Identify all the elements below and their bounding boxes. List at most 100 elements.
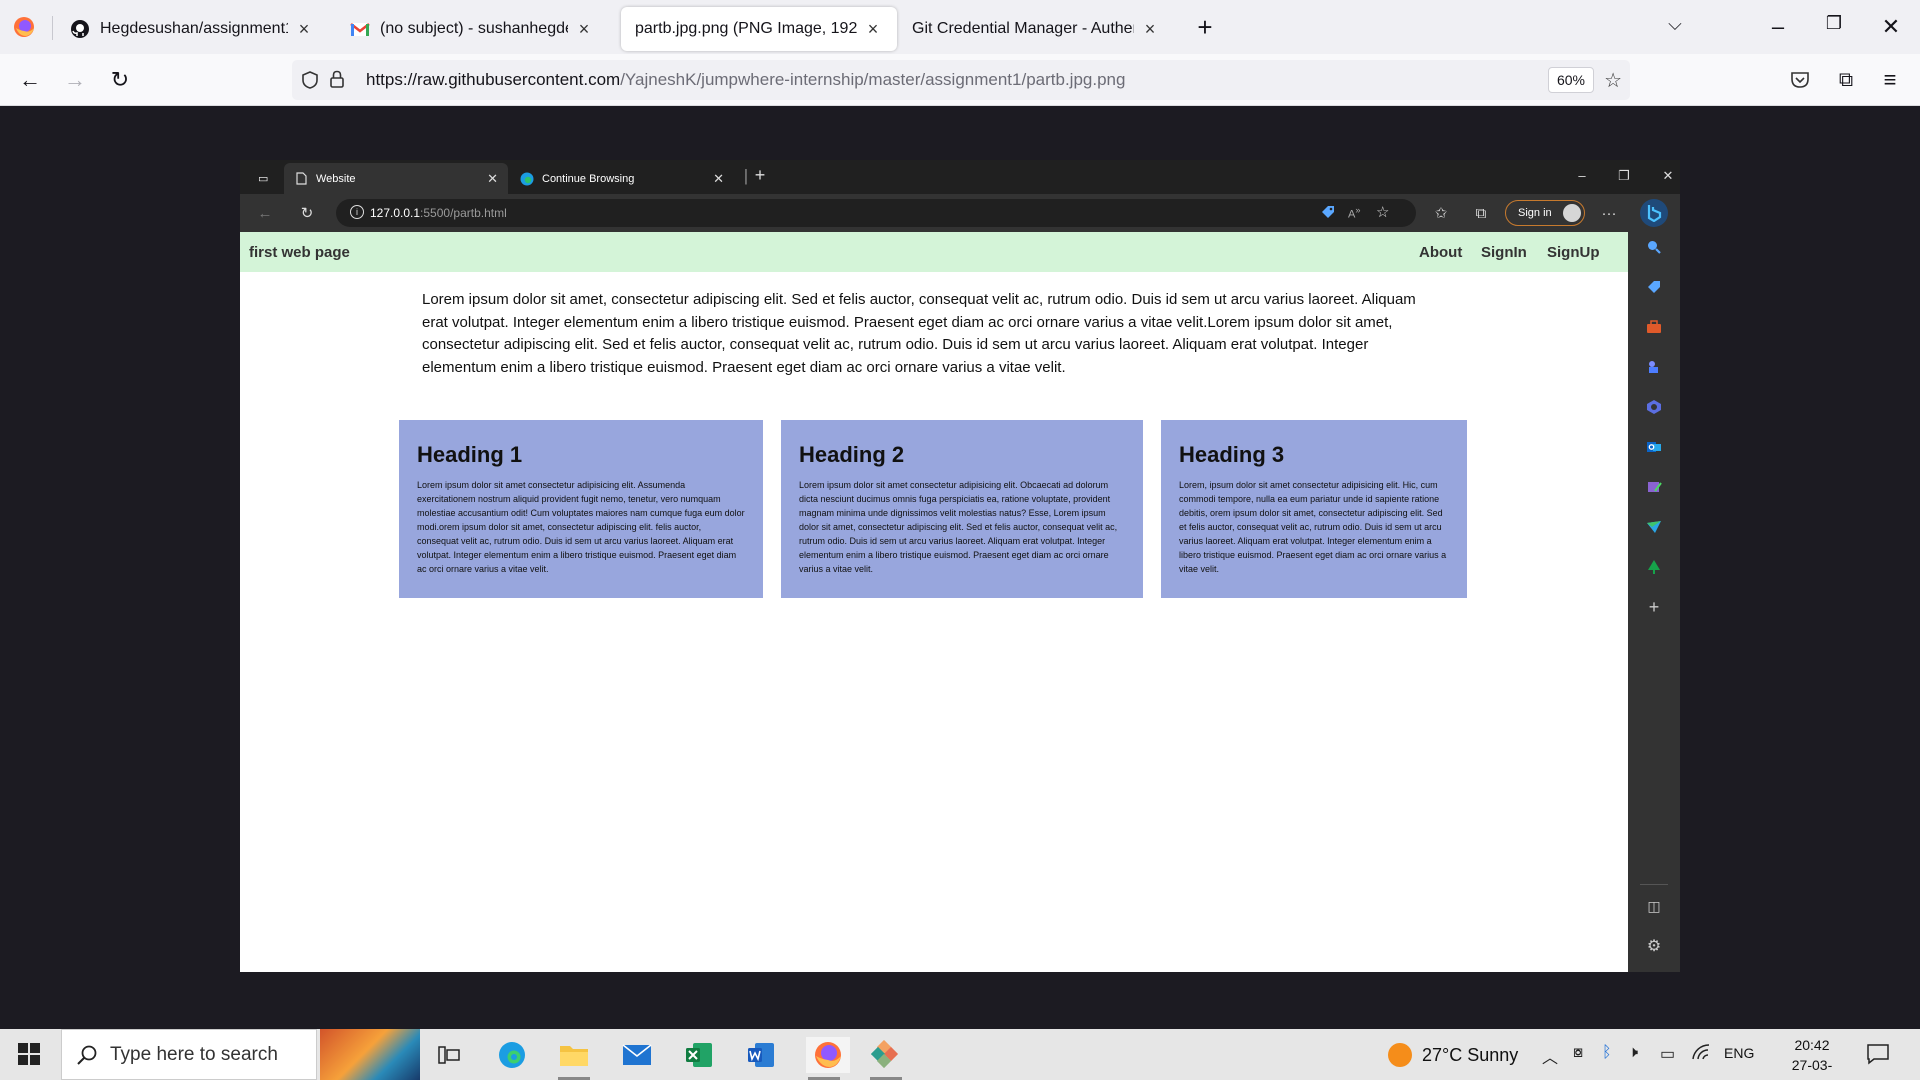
- restore-icon[interactable]: ❐: [1614, 168, 1634, 184]
- show-hidden-icons-chevron-icon[interactable]: ︿: [1542, 1044, 1558, 1068]
- minimize-icon[interactable]: –: [1763, 14, 1793, 40]
- reload-icon[interactable]: ↻: [104, 64, 136, 96]
- excel-icon[interactable]: [681, 1037, 717, 1073]
- mail-icon[interactable]: [619, 1037, 655, 1073]
- shopping-icon[interactable]: [1644, 277, 1664, 297]
- forward-icon[interactable]: →: [59, 64, 91, 96]
- bookmark-star-icon[interactable]: ☆: [1604, 68, 1622, 93]
- tab-partb-image[interactable]: partb.jpg.png (PNG Image, 1920 × ×: [621, 7, 897, 51]
- zoom-level-badge[interactable]: 60%: [1547, 67, 1594, 93]
- send-icon[interactable]: [1644, 517, 1664, 537]
- hide-sidebar-icon[interactable]: ◫: [1644, 896, 1664, 916]
- card-heading: Heading 2: [799, 442, 905, 467]
- tab-gmail[interactable]: (no subject) - sushanhegde16@ ×: [336, 7, 608, 51]
- reload-icon[interactable]: ↻: [296, 202, 318, 224]
- minimize-icon[interactable]: –: [1572, 168, 1592, 183]
- url-path: /YajneshK/jumpwhere-internship/master/as…: [620, 70, 1126, 89]
- edge-address-bar[interactable]: i 127.0.0.1:5500/partb.html A» ☆: [336, 199, 1416, 227]
- lock-icon[interactable]: [328, 69, 346, 94]
- tab-separator: [52, 16, 53, 40]
- bing-chat-icon[interactable]: [1640, 199, 1668, 227]
- firefox-taskbar-icon[interactable]: [806, 1037, 850, 1080]
- tab-label: partb.jpg.png (PNG Image, 1920 ×: [635, 20, 857, 37]
- games-icon[interactable]: [1644, 357, 1664, 377]
- more-options-icon[interactable]: ···: [1598, 202, 1620, 224]
- add-icon[interactable]: +: [1644, 597, 1664, 617]
- language-indicator[interactable]: ENG: [1724, 1045, 1754, 1061]
- collections-icon[interactable]: ⧉: [1470, 202, 1492, 224]
- edge-browser-window: ▭ Website ✕ Continue Browsing ✕ | + – ❐ …: [240, 160, 1680, 972]
- edge-tab-website[interactable]: Website ✕: [284, 163, 508, 194]
- meet-now-icon[interactable]: ⧇: [1573, 1044, 1583, 1062]
- tree-icon[interactable]: [1644, 557, 1664, 577]
- list-all-tabs-icon[interactable]: ⌵: [1660, 14, 1690, 35]
- notification-center-icon[interactable]: [1866, 1043, 1890, 1065]
- pocket-icon[interactable]: [1784, 64, 1816, 96]
- nav-link-about[interactable]: About: [1419, 244, 1462, 261]
- add-favorite-icon[interactable]: ☆: [1376, 203, 1389, 221]
- microsoft-365-icon[interactable]: [1644, 397, 1664, 417]
- close-tab-icon[interactable]: ×: [294, 19, 314, 40]
- site-info-icon[interactable]: i: [350, 205, 364, 219]
- close-tab-icon[interactable]: ×: [574, 19, 594, 40]
- wifi-icon[interactable]: [1692, 1044, 1710, 1065]
- file-explorer-icon[interactable]: [556, 1037, 592, 1080]
- git-tool-icon[interactable]: [868, 1037, 904, 1080]
- tools-icon[interactable]: [1644, 317, 1664, 337]
- system-clock[interactable]: 20:42 27-03-2023: [1778, 1035, 1846, 1080]
- weather-widget[interactable]: 27°C Sunny: [1388, 1043, 1518, 1067]
- weather-text: 27°C Sunny: [1422, 1044, 1519, 1065]
- nav-link-signin[interactable]: SignIn: [1481, 244, 1527, 261]
- task-view-icon[interactable]: [431, 1037, 467, 1073]
- word-icon[interactable]: [743, 1037, 779, 1073]
- github-icon: [70, 19, 90, 39]
- windows-start-icon[interactable]: [18, 1043, 40, 1065]
- new-tab-icon[interactable]: +: [1190, 12, 1220, 43]
- nav-link-signup[interactable]: SignUp: [1547, 244, 1600, 261]
- restore-icon[interactable]: ❐: [1819, 13, 1849, 34]
- tab-label: Hegdesushan/assignment1: [100, 20, 288, 37]
- back-icon[interactable]: ←: [14, 64, 46, 96]
- taskbar-search-box[interactable]: Type here to search: [61, 1029, 317, 1080]
- firefox-tab-strip: Hegdesushan/assignment1 × (no subject) -…: [0, 0, 1920, 54]
- tracking-protection-shield-icon[interactable]: [300, 70, 320, 95]
- app-menu-icon[interactable]: ≡: [1874, 64, 1906, 96]
- volume-muted-icon[interactable]: 🕨: [1628, 1044, 1638, 1062]
- search-icon: [76, 1044, 98, 1071]
- read-aloud-icon[interactable]: A»: [1348, 205, 1360, 221]
- back-icon[interactable]: ←: [254, 202, 276, 224]
- bluetooth-icon[interactable]: ᛒ: [1602, 1044, 1612, 1062]
- page-icon: [294, 172, 308, 186]
- sign-in-button[interactable]: Sign in: [1505, 200, 1585, 226]
- close-tab-icon[interactable]: ✕: [487, 171, 498, 187]
- site-brand[interactable]: first web page: [249, 244, 350, 261]
- favorites-icon[interactable]: ✩: [1430, 202, 1452, 224]
- settings-gear-icon[interactable]: ⚙: [1644, 936, 1664, 956]
- close-window-icon[interactable]: ✕: [1876, 14, 1906, 40]
- card-3: Heading 3 Lorem, ipsum dolor sit amet co…: [1161, 420, 1467, 598]
- edge-tab-continue-browsing[interactable]: Continue Browsing ✕: [510, 163, 734, 194]
- news-widget-image[interactable]: [320, 1029, 420, 1080]
- sidebar-divider: [1640, 884, 1668, 885]
- tab-github[interactable]: Hegdesushan/assignment1 ×: [56, 7, 328, 51]
- outlook-icon[interactable]: [1644, 437, 1664, 457]
- search-icon[interactable]: [1644, 237, 1664, 257]
- tab-git-credential-manager[interactable]: Git Credential Manager - Authentica ×: [898, 7, 1174, 51]
- tab-label: Git Credential Manager - Authentica: [912, 20, 1134, 37]
- card-1: Heading 1 Lorem ipsum dolor sit amet con…: [399, 420, 763, 598]
- close-tab-icon[interactable]: ×: [1140, 19, 1160, 40]
- extensions-puzzle-icon[interactable]: ⧉: [1830, 64, 1862, 96]
- close-tab-icon[interactable]: ✕: [713, 171, 724, 187]
- edge-taskbar-icon[interactable]: [494, 1037, 530, 1073]
- firefox-menu-icon[interactable]: [13, 16, 35, 38]
- close-tab-icon[interactable]: ×: [863, 19, 883, 40]
- tab-actions-icon[interactable]: ▭: [248, 163, 272, 194]
- battery-icon[interactable]: ▭: [1660, 1044, 1675, 1064]
- address-bar[interactable]: https://raw.githubusercontent.com/Yajnes…: [292, 60, 1630, 100]
- web-page: first web page About SignIn SignUp Lorem…: [240, 232, 1628, 972]
- drop-icon[interactable]: [1644, 477, 1664, 497]
- new-tab-icon[interactable]: +: [750, 165, 770, 186]
- card-text: Lorem ipsum dolor sit amet consectetur a…: [417, 480, 745, 574]
- shopping-tag-icon[interactable]: [1320, 204, 1336, 225]
- close-window-icon[interactable]: ✕: [1658, 168, 1678, 184]
